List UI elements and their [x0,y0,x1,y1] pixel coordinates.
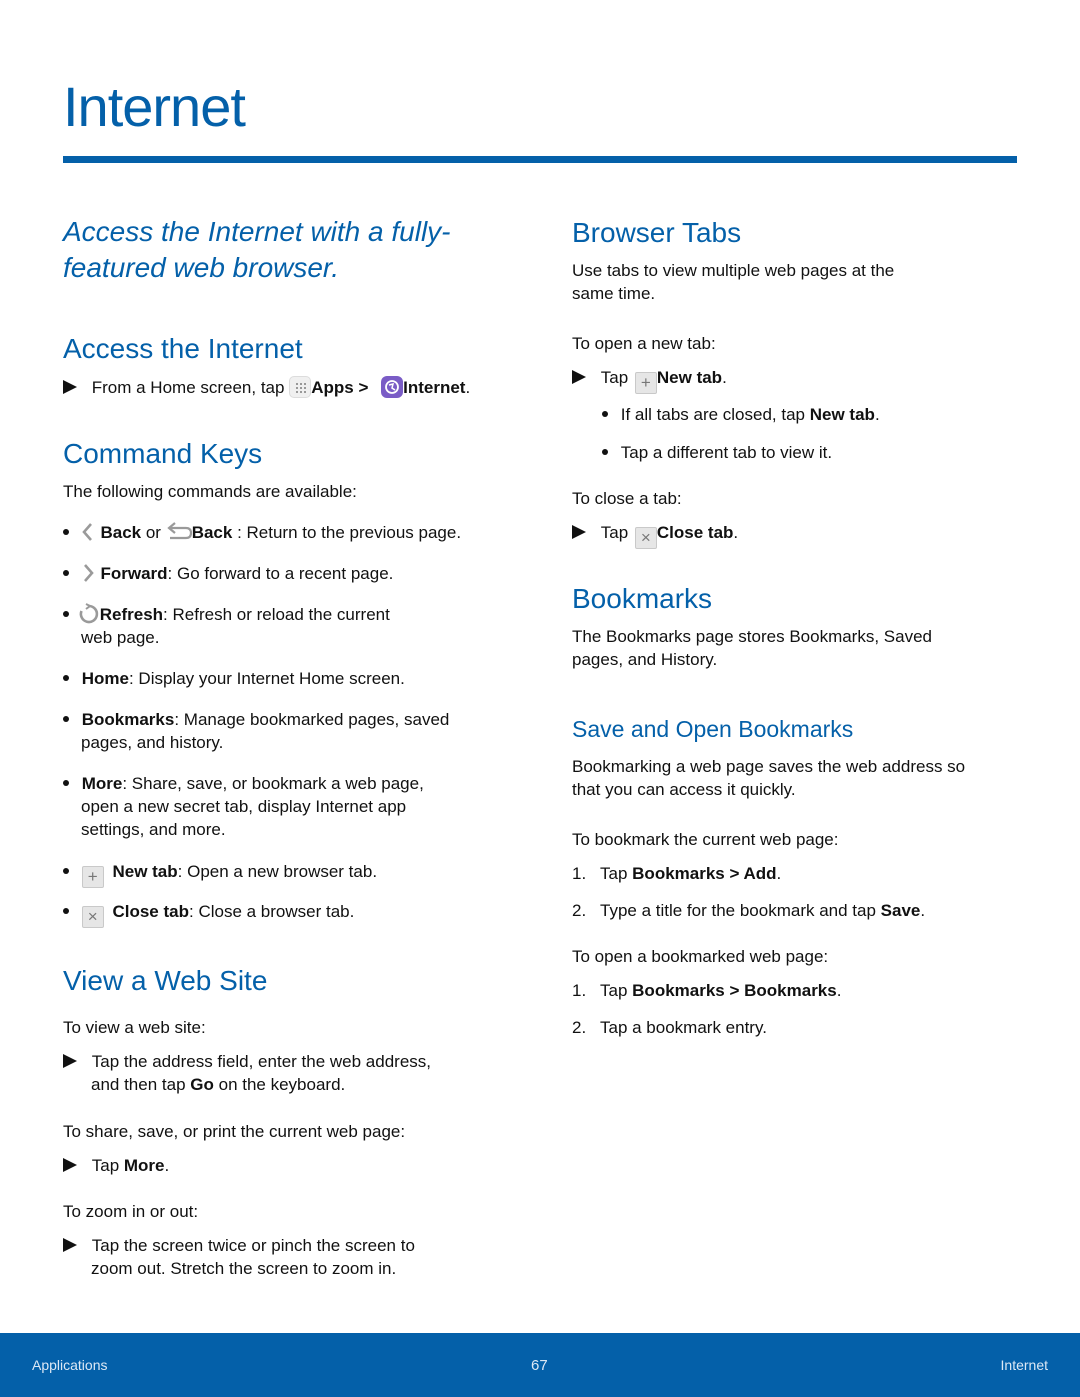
open-tab-intro: To open a new tab: [572,334,716,353]
view-site-intro: To view a web site: [63,1018,206,1037]
open-bookmark-step-1: 1. Tap Bookmarks > Bookmarks. [572,981,842,1000]
browser-tabs-desc-cont: same time. [572,284,656,303]
command-back: Back or Back : Return to the previous pa… [63,521,461,544]
tagline: Access the Internet with a fully-feature… [63,216,451,283]
command-bookmarks-cont: pages, and history. [81,733,224,752]
open-bookmark-step-2: 2. Tap a bookmark entry. [572,1018,767,1037]
back-arrow-icon [166,522,192,540]
save-open-desc: Bookmarking a web page saves the web add… [572,757,966,776]
apps-icon [289,376,312,398]
browser-tabs-desc: Use tabs to view multiple web pages at t… [572,261,895,280]
access-step: From a Home screen, tap Apps > Internet. [63,376,470,399]
plus-icon: + [81,866,104,888]
zoom-step-cont: zoom out. Stretch the screen to zoom in. [91,1259,397,1278]
heading-bookmarks: Bookmarks [572,583,713,614]
footer-section: Applications [32,1357,108,1373]
footer: Applications 67 Internet [0,1333,1080,1397]
bullet [63,908,69,914]
zoom-step: Tap the screen twice or pinch the screen… [63,1234,415,1257]
command-new-tab: + New tab: Open a new browser tab. [63,860,377,888]
bullet [602,449,608,455]
bullet [63,675,69,681]
plus-icon: + [634,372,657,394]
bullet [63,780,69,786]
zoom-intro: To zoom in or out: [63,1202,199,1221]
step-arrow-icon [572,525,586,539]
save-bookmark-step-1: 1. Tap Bookmarks > Add. [572,864,782,883]
bookmarks-desc-cont: pages, and History. [572,650,718,669]
page-title: Internet [63,75,246,138]
heading-browser-tabs: Browser Tabs [572,217,742,248]
command-more: More: Share, save, or bookmark a web pag… [63,772,424,795]
heading-save-open-bookmarks: Save and Open Bookmarks [572,716,854,742]
command-refresh-cont: web page. [81,628,160,647]
close-icon: × [81,906,104,928]
close-tab-step: Tap × Close tab. [572,521,738,549]
step-arrow-icon [572,370,586,384]
bullet [602,411,608,417]
save-open-desc-cont: that you can access it quickly. [572,780,796,799]
close-icon: × [634,527,657,549]
page-number: 67 [531,1357,548,1374]
save-bookmark-intro: To bookmark the current web page: [572,830,839,849]
refresh-icon [79,603,98,624]
open-tab-sub2: Tap a different tab to view it. [602,441,832,464]
view-site-step1: Tap the address field, enter the web add… [63,1050,431,1073]
heading-view-web-site: View a Web Site [63,965,268,996]
command-close-tab: × Close tab: Close a browser tab. [63,900,354,928]
command-keys-intro: The following commands are available: [63,482,357,501]
bookmarks-desc: The Bookmarks page stores Bookmarks, Sav… [572,627,932,646]
open-tab-sub1: If all tabs are closed, tap New tab. [602,403,880,426]
heading-access-internet: Access the Internet [63,333,303,364]
step-arrow-icon [63,1054,77,1068]
share-step: Tap More. [63,1154,169,1177]
heading-command-keys: Command Keys [63,438,263,469]
footer-chapter: Internet [1000,1357,1048,1373]
step-arrow-icon [63,380,77,394]
bullet [63,716,69,722]
step-arrow-icon [63,1158,77,1172]
command-more-cont2: settings, and more. [81,820,226,839]
chevron-right-icon [83,564,94,582]
open-bookmark-intro: To open a bookmarked web page: [572,947,829,966]
bullet [63,570,69,576]
step-arrow-icon [63,1238,77,1252]
command-refresh: Refresh: Refresh or reload the current [63,603,390,626]
open-tab-step: Tap + New tab. [572,366,727,394]
command-more-cont: open a new secret tab, display Internet … [81,797,407,816]
share-intro: To share, save, or print the current web… [63,1122,406,1141]
command-forward: Forward: Go forward to a recent page. [63,562,393,585]
bullet [63,529,69,535]
chevron-left-icon [82,523,92,541]
internet-globe-icon [381,376,404,398]
title-rule [63,156,1017,163]
bullet [63,611,69,617]
close-tab-intro: To close a tab: [572,489,682,508]
view-site-step1-cont: and then tap Go on the keyboard. [91,1075,346,1094]
command-bookmarks: Bookmarks: Manage bookmarked pages, save… [63,708,449,731]
save-bookmark-step-2: 2. Type a title for the bookmark and tap… [572,901,926,920]
bullet [63,868,69,874]
command-home: Home: Display your Internet Home screen. [63,667,405,690]
